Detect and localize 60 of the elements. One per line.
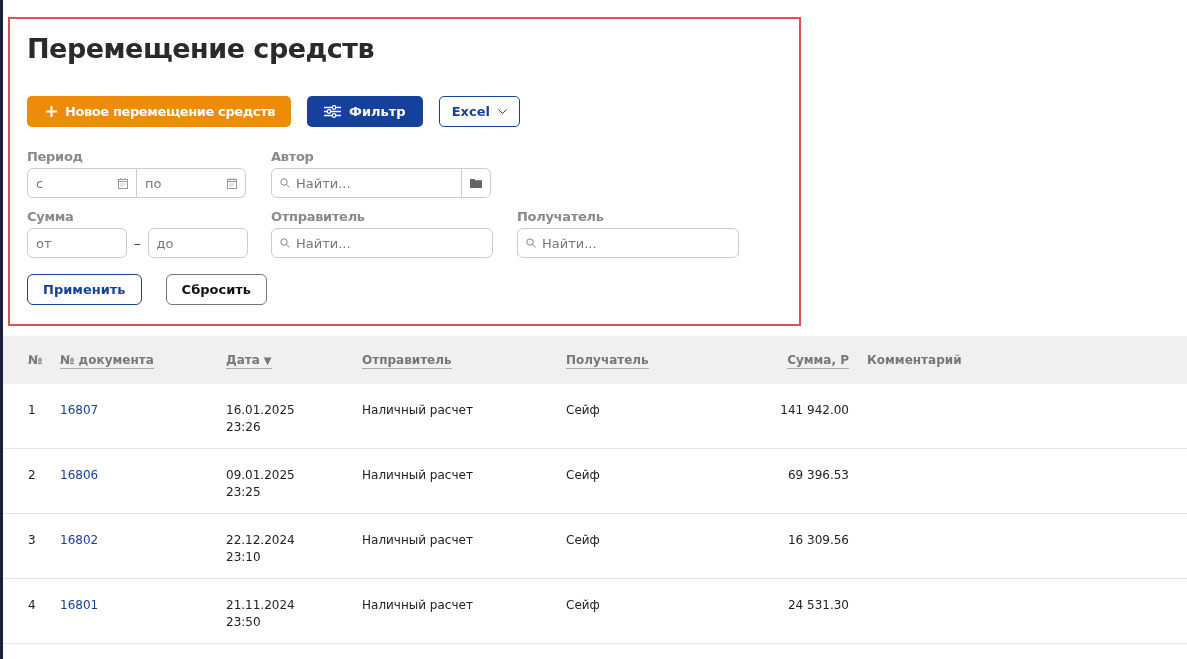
search-icon xyxy=(526,238,536,248)
column-header: № xyxy=(28,353,43,367)
amount-from-field[interactable]: от xyxy=(27,228,127,258)
row-number: 3 xyxy=(28,533,36,547)
row-number: 4 xyxy=(28,598,36,612)
apply-button[interactable]: Применить xyxy=(27,274,142,305)
calendar-icon xyxy=(227,177,237,189)
sortable-column-header[interactable]: Отправитель xyxy=(362,353,452,369)
document-link[interactable]: 16801 xyxy=(60,598,99,612)
sender-cell: Наличный расчет xyxy=(362,533,473,547)
recipient-cell: Сейф xyxy=(566,598,600,612)
search-icon xyxy=(280,178,290,188)
new-transfer-button[interactable]: Новое перемещение средств xyxy=(27,96,292,127)
recipient-label: Получатель xyxy=(517,209,605,224)
sender-cell: Наличный расчет xyxy=(362,598,473,612)
search-icon xyxy=(280,238,290,248)
page-title: Перемещение средств xyxy=(27,33,376,64)
sliders-icon xyxy=(324,105,342,118)
date-to-field[interactable]: по xyxy=(137,168,246,198)
calendar-icon xyxy=(118,177,128,189)
amount-cell: 16 309.56 xyxy=(787,533,849,547)
author-label: Автор xyxy=(271,149,315,164)
row-number: 2 xyxy=(28,468,36,482)
recipient-search-field[interactable]: Найти... xyxy=(517,228,739,258)
recipient-cell: Сейф xyxy=(566,403,600,417)
folder-icon xyxy=(470,178,482,188)
date-from-field[interactable]: с xyxy=(27,168,137,198)
plus-icon xyxy=(46,106,57,117)
sortable-column-header[interactable]: № документа xyxy=(60,353,154,369)
date-cell: 09.01.2025 23:25 xyxy=(226,468,295,499)
sortable-column-header[interactable]: Получатель xyxy=(566,353,649,369)
period-label: Период xyxy=(27,149,84,164)
excel-dropdown[interactable]: Excel xyxy=(438,96,520,127)
recipient-cell: Сейф xyxy=(566,533,600,547)
author-search-field[interactable]: Найти... xyxy=(271,168,462,198)
recipient-cell: Сейф xyxy=(566,468,600,482)
folder-button[interactable] xyxy=(461,168,491,198)
reset-button[interactable]: Сбросить xyxy=(165,274,268,305)
sender-search-field[interactable]: Найти... xyxy=(271,228,493,258)
date-cell: 16.01.2025 23:26 xyxy=(226,403,295,434)
caret-icon xyxy=(497,109,507,114)
document-link[interactable]: 16807 xyxy=(60,403,99,417)
date-cell: 21.11.2024 23:50 xyxy=(226,598,295,629)
row-number: 1 xyxy=(28,403,36,417)
sortable-column-header[interactable]: Сумма, Р xyxy=(787,353,849,369)
column-header: Комментарий xyxy=(867,353,962,367)
sortable-column-header[interactable]: Дата ▼ xyxy=(226,353,272,369)
amount-to-field[interactable]: до xyxy=(147,228,248,258)
range-dash: – xyxy=(134,235,141,251)
amount-cell: 141 942.00 xyxy=(780,403,849,417)
amount-cell: 24 531.30 xyxy=(787,598,849,612)
sender-label: Отправитель xyxy=(271,209,366,224)
amount-cell: 69 396.53 xyxy=(787,468,849,482)
sender-cell: Наличный расчет xyxy=(362,468,473,482)
document-link[interactable]: 16806 xyxy=(60,468,99,482)
filter-button[interactable]: Фильтр xyxy=(307,96,423,127)
sender-cell: Наличный расчет xyxy=(362,403,473,417)
date-cell: 22.12.2024 23:10 xyxy=(226,533,295,564)
document-link[interactable]: 16802 xyxy=(60,533,99,547)
amount-label: Сумма xyxy=(27,209,75,224)
